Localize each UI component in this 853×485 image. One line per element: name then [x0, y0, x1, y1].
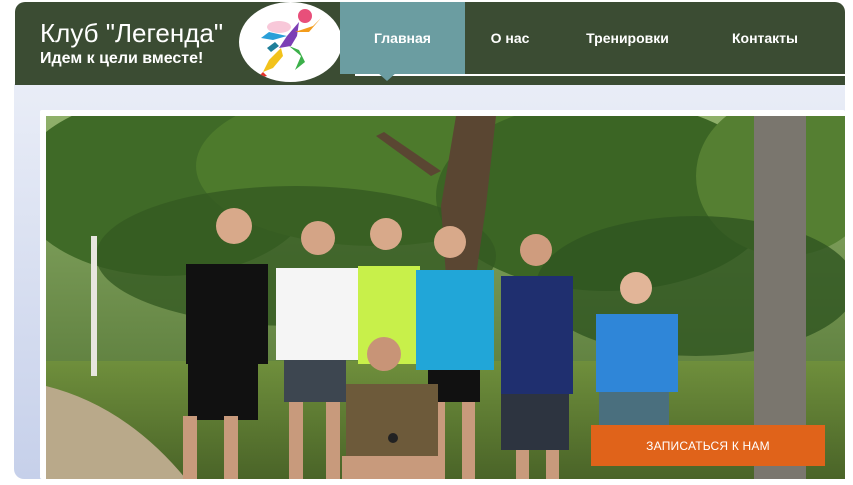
site-tagline: Идем к цели вместе!: [40, 50, 204, 67]
site-header: Клуб "Легенда" Идем к цели вместе! Главн…: [15, 2, 845, 85]
runner-logo-icon[interactable]: [239, 2, 342, 82]
nav-item-label: Контакты: [731, 30, 798, 46]
nav-item-label: Главная: [374, 30, 431, 46]
nav-underline: [355, 74, 845, 76]
nav-item-label: О нас: [490, 30, 530, 46]
nav-item-home[interactable]: Главная: [340, 2, 465, 74]
nav-item-label: Тренировки: [586, 30, 669, 46]
nav-item-trainings[interactable]: Тренировки: [570, 2, 685, 74]
active-nav-pointer: [377, 72, 397, 81]
site-title: Клуб "Легенда": [40, 18, 224, 48]
signup-button[interactable]: ЗАПИСАТЬСЯ К НАМ: [591, 425, 825, 466]
nav-item-contacts[interactable]: Контакты: [705, 2, 825, 74]
nav-item-about[interactable]: О нас: [465, 2, 555, 74]
signup-button-label: ЗАПИСАТЬСЯ К НАМ: [646, 438, 770, 453]
